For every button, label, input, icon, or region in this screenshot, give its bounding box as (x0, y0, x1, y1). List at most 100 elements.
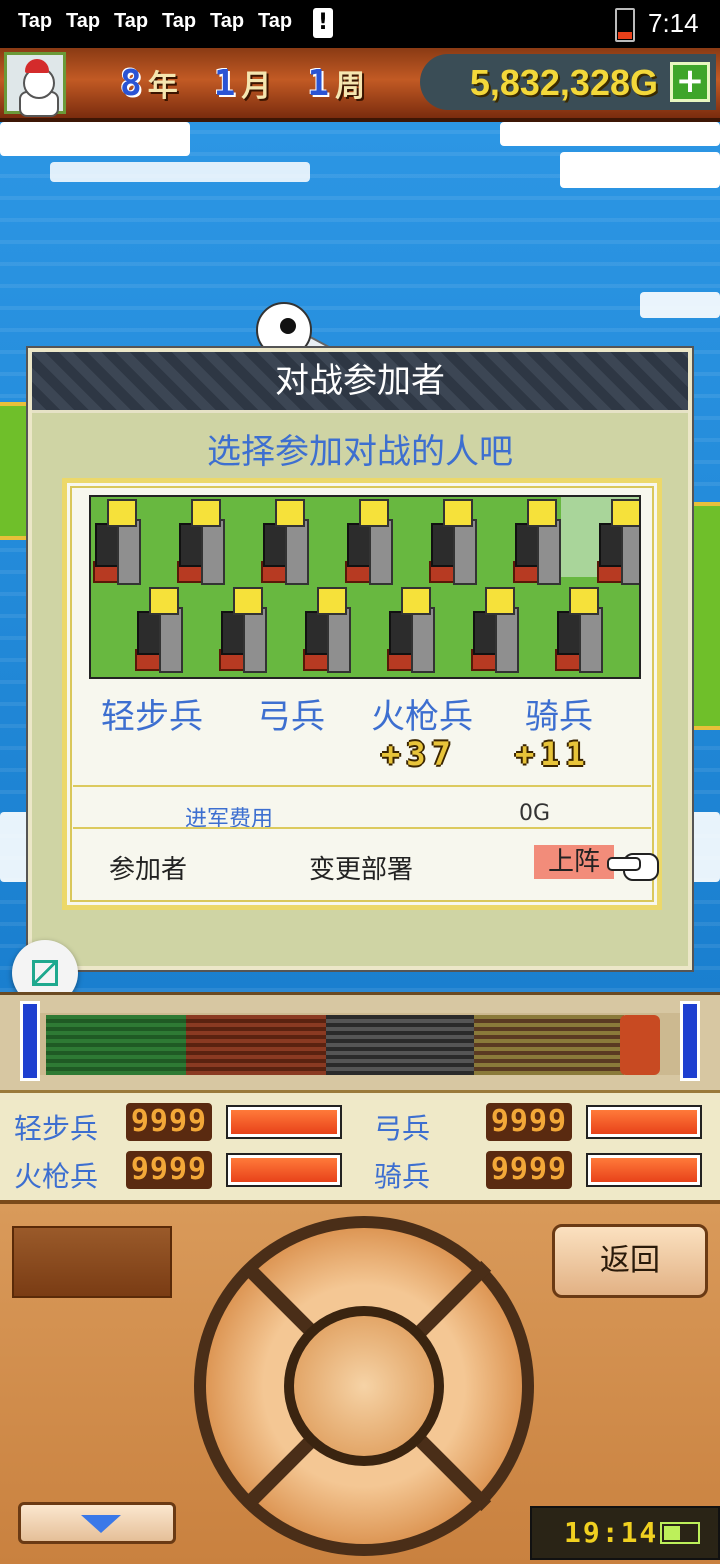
game-clock: 19:14 (530, 1506, 720, 1560)
unit-name-cavalry: 骑兵 (525, 697, 593, 737)
stat-archer: 弓兵 9999 (374, 1103, 714, 1147)
stat-bar (226, 1105, 342, 1139)
soldier-leg (639, 649, 641, 671)
soldier-sprite (171, 499, 231, 587)
directional-pad[interactable] (194, 1216, 534, 1556)
change-formation-button[interactable]: 变更部署 (309, 849, 413, 886)
soldier-shield (579, 607, 603, 673)
soldier-helmet (107, 499, 137, 527)
enemy-commander-sprite (620, 1015, 660, 1075)
game-battery-fill (664, 1526, 680, 1540)
soldier-sprite (591, 499, 639, 587)
week-number: 1 (307, 62, 330, 104)
game-time: 19:14 (564, 1516, 659, 1549)
cloud (500, 122, 720, 146)
soldier-shield (285, 519, 309, 585)
stat-bar-fill (591, 1110, 697, 1134)
controller-panel: 返回 19:14 (0, 1200, 720, 1564)
tap-notification-icon: Tap (114, 10, 149, 32)
advisor-avatar-icon[interactable] (4, 52, 66, 117)
divider (73, 785, 651, 787)
soldier-helmet (443, 499, 473, 527)
battery-icon (615, 8, 635, 42)
stat-label: 弓兵 (374, 1112, 431, 1145)
battle-participants-dialog: 对战参加者 选择参加对战的人吧 轻步兵 弓兵 火枪兵 骑兵 +37 +11 进军… (28, 348, 692, 970)
stat-bar (226, 1153, 342, 1187)
game-date: 8 年 1 月 1 周 (120, 58, 365, 108)
troop-formation-image (89, 495, 641, 679)
soldier-helmet (401, 587, 431, 615)
stat-cavalry: 骑兵 9999 (374, 1151, 714, 1195)
dialog-title-bar: 对战参加者 (32, 352, 688, 413)
soldier-sprite (549, 587, 609, 675)
empty-slot (12, 1226, 172, 1298)
dpad-center-button[interactable] (294, 1316, 434, 1456)
soldier-shield (117, 519, 141, 585)
soldier-shield (327, 607, 351, 673)
bonus-musketeer: +37 (381, 735, 457, 773)
money-amount: 5,832,328G (469, 62, 658, 103)
cube-glyph (32, 960, 58, 986)
hand-finger (607, 857, 641, 871)
light-infantry-block (46, 1015, 186, 1075)
stat-value: 9999 (486, 1103, 572, 1141)
soldier-sprite (423, 499, 483, 587)
soldier-shield (453, 519, 477, 585)
cloud (640, 292, 720, 318)
cloud (0, 122, 190, 156)
divider (73, 827, 651, 829)
unit-name-musketeer: 火枪兵 (371, 697, 473, 737)
soldier-sprite (213, 587, 273, 675)
soldier-sprite (465, 587, 525, 675)
scroll-down-button[interactable] (18, 1502, 176, 1544)
soldier-shield (537, 519, 561, 585)
add-money-button[interactable]: + (670, 62, 710, 102)
battlefield-strip (0, 992, 720, 1091)
deploy-button[interactable]: 上阵 (534, 845, 614, 879)
stat-bar-fill (231, 1110, 337, 1134)
troop-stats-panel: 轻步兵 9999 弓兵 9999 火枪兵 9999 骑兵 9999 (0, 1090, 720, 1204)
money-display: 5,832,328G + (420, 54, 716, 110)
musketeer-block (326, 1015, 474, 1075)
game-battery-icon (660, 1522, 700, 1544)
unit-bonus-row: +37 +11 (67, 735, 657, 775)
soldier-sprite (507, 499, 567, 587)
soldier-sprite (129, 587, 189, 675)
soldier-helmet (569, 587, 599, 615)
year-number: 8 (120, 62, 142, 104)
cloud (50, 162, 310, 182)
soldier-shield (201, 519, 225, 585)
soldier-shield (495, 607, 519, 673)
soldier-helmet (317, 587, 347, 615)
soldier-helmet (233, 587, 263, 615)
cloud (560, 152, 720, 188)
stat-value: 9999 (126, 1103, 212, 1141)
back-button[interactable]: 返回 (552, 1224, 708, 1298)
stat-value: 9999 (486, 1151, 572, 1189)
soldier-helmet (527, 499, 557, 527)
soldier-sprite (255, 499, 315, 587)
soldier-helmet (149, 587, 179, 615)
soldier-sprite (91, 499, 147, 587)
soldier-helmet (191, 499, 221, 527)
stat-musketeer: 火枪兵 9999 (14, 1151, 354, 1195)
spirit-eye (280, 318, 296, 334)
bonus-cavalry: +11 (515, 735, 591, 773)
soldier-shield (369, 519, 393, 585)
participants-label: 参加者 (109, 855, 188, 885)
soldier-shield (243, 607, 267, 673)
participant-action-row: 参加者 变更部署 上阵 (67, 843, 659, 893)
cavalry-block (474, 1015, 624, 1075)
unit-name-light-infantry: 轻步兵 (101, 697, 203, 737)
unit-name-archer: 弓兵 (257, 697, 325, 737)
stat-bar (586, 1105, 702, 1139)
soldier-sprite (381, 587, 441, 675)
soldier-helmet (611, 499, 639, 527)
participant-panel[interactable]: 轻步兵 弓兵 火枪兵 骑兵 +37 +11 进军费用 0G 参加者 变更部署 上… (62, 478, 662, 910)
stat-label: 火枪兵 (14, 1160, 99, 1193)
stat-light-infantry: 轻步兵 9999 (14, 1103, 354, 1147)
system-status-bar: Tap Tap Tap Tap Tap Tap ! 7:14 (0, 0, 720, 48)
avatar-hat (25, 59, 49, 73)
tap-notification-icon: Tap (18, 10, 53, 32)
stat-bar-fill (231, 1158, 337, 1182)
